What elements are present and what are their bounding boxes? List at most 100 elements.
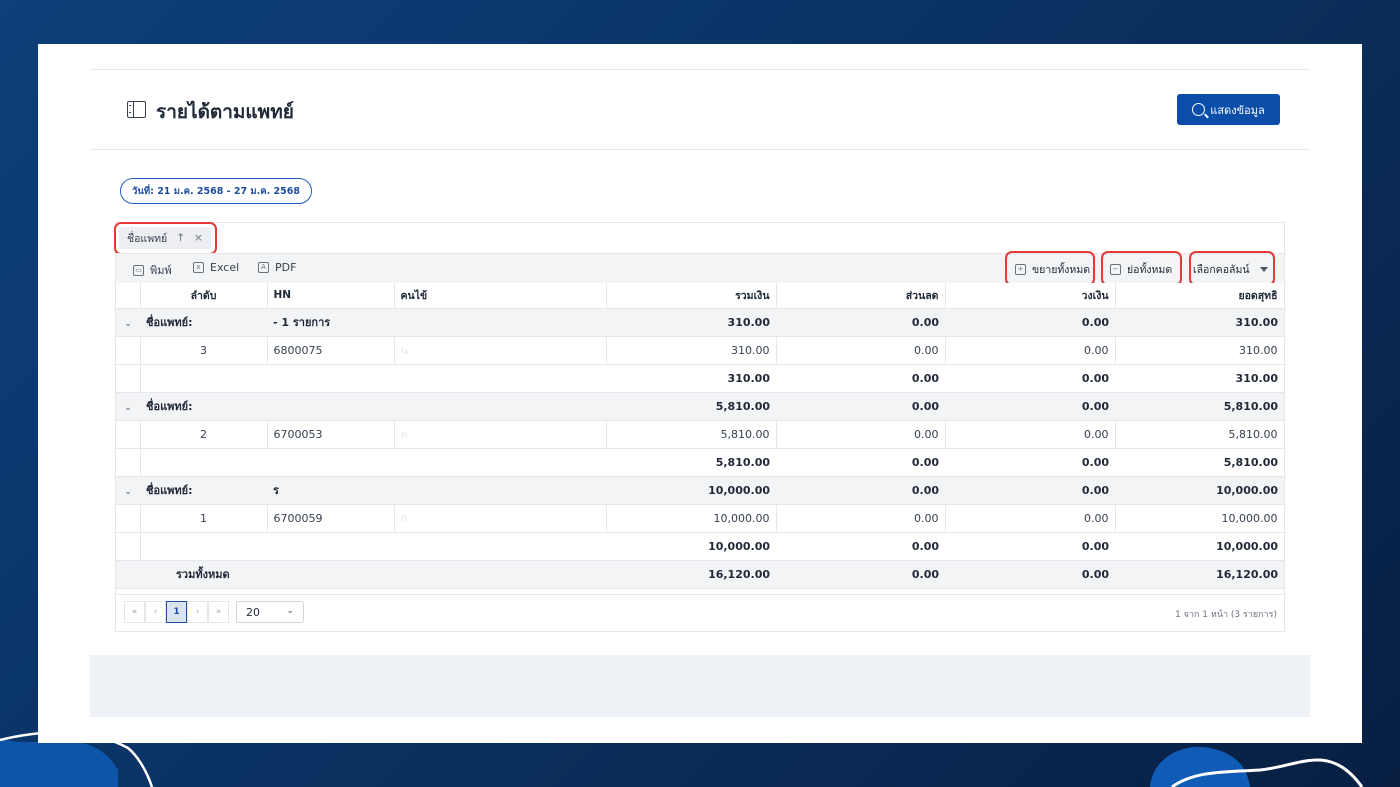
group-total-credit: 0.00: [945, 392, 1115, 421]
cell-hn: 6700053: [267, 420, 395, 449]
cell-credit: 0.00: [945, 420, 1116, 449]
group-total-credit: 0.00: [945, 308, 1115, 337]
group-total-net: 5,810.00: [1115, 392, 1284, 421]
group-total-amount: 10,000.00: [606, 476, 776, 505]
page-title: รายได้ตามแพทย์: [156, 101, 294, 123]
group-total-discount: 0.00: [776, 308, 945, 337]
pdf-label: PDF: [275, 261, 297, 274]
first-page-button[interactable]: «: [124, 601, 145, 623]
page-size-value: 20: [246, 605, 260, 619]
col-header-patient[interactable]: คนไข้: [394, 283, 607, 309]
report-table: ลำดับ HN คนไข้ รวมเงิน ส่วนลด วงเงิน ยอด…: [116, 283, 1285, 589]
page-1-button[interactable]: 1: [166, 601, 187, 623]
cell-hn: 6800075: [267, 336, 395, 365]
group-label: ชื่อแพทย์:: [140, 476, 267, 505]
grid-toolbar: ▭ พิมพ์ x Excel A PDF + ขยายทั้งหมด − ย่…: [116, 251, 1284, 286]
excel-button[interactable]: x Excel: [193, 261, 239, 274]
table-header-row: ลำดับ HN คนไข้ รวมเงิน ส่วนลด วงเงิน ยอด…: [116, 283, 1285, 309]
table-row[interactable]: 3 6800075 น 310.00 0.00 0.00 310.00: [116, 336, 1285, 365]
group-subtotal-row: 5,810.00 0.00 0.00 5,810.00: [116, 448, 1284, 477]
cell-no: 2: [140, 420, 268, 449]
cell-patient: ก: [394, 504, 607, 533]
group-suffix: [267, 392, 394, 421]
cell-no: 1: [140, 504, 268, 533]
col-header-total[interactable]: รวมเงิน: [606, 283, 777, 309]
col-header-no[interactable]: ลำดับ: [140, 283, 268, 309]
print-label: พิมพ์: [150, 264, 172, 277]
last-page-button[interactable]: »: [208, 601, 229, 623]
subtotal-credit: 0.00: [945, 532, 1115, 561]
group-subtotal-row: 10,000.00 0.00 0.00 10,000.00: [116, 532, 1284, 561]
group-total-net: 310.00: [1115, 308, 1284, 337]
col-header-discount[interactable]: ส่วนลด: [776, 283, 946, 309]
date-range-chip[interactable]: วันที่: 21 ม.ค. 2568 - 27 ม.ค. 2568: [120, 178, 312, 204]
show-data-button[interactable]: แสดงข้อมูล: [1177, 94, 1280, 125]
col-header-hn[interactable]: HN: [267, 283, 395, 309]
chevron-down-icon[interactable]: ⌄: [124, 403, 132, 413]
group-suffix: ร: [267, 476, 394, 505]
subtotal-credit: 0.00: [945, 364, 1115, 393]
subtotal-amount: 10,000.00: [606, 532, 776, 561]
grand-total-amount: 16,120.00: [606, 560, 776, 589]
highlight-group-chip: [114, 222, 217, 255]
group-total-discount: 0.00: [776, 392, 945, 421]
sidebar-panel-icon: [127, 101, 146, 118]
next-page-button[interactable]: ›: [187, 601, 208, 623]
cell-discount: 0.00: [776, 420, 946, 449]
table-row[interactable]: 1 6700059 ก 10,000.00 0.00 0.00 10,000.0…: [116, 504, 1285, 533]
grand-total-discount: 0.00: [776, 560, 945, 589]
highlight-choose-columns: [1189, 251, 1275, 286]
print-button[interactable]: ▭ พิมพ์: [133, 261, 172, 279]
group-total-net: 10,000.00: [1115, 476, 1284, 505]
col-expander: [116, 283, 141, 309]
cell-amount: 5,810.00: [606, 420, 777, 449]
group-total-credit: 0.00: [945, 476, 1115, 505]
cell-net: 310.00: [1115, 336, 1285, 365]
grand-total-row: รวมทั้งหมด 16,120.00 0.00 0.00 16,120.00: [116, 560, 1284, 589]
group-label: ชื่อแพทย์:: [140, 308, 267, 337]
group-total-amount: 310.00: [606, 308, 776, 337]
cell-hn: 6700059: [267, 504, 395, 533]
subtotal-discount: 0.00: [776, 532, 945, 561]
page-size-select[interactable]: 20 ⌄: [236, 601, 304, 623]
pdf-icon: A: [258, 262, 269, 273]
chevron-down-icon[interactable]: ⌄: [124, 319, 132, 329]
report-grid: ชื่อแพทย์ ↑ × ▭ พิมพ์ x Excel A PDF + ขย…: [114, 222, 1285, 632]
highlight-expand-all: [1005, 251, 1095, 286]
col-header-net[interactable]: ยอดสุทธิ: [1115, 283, 1285, 309]
group-row[interactable]: ⌄ ชื่อแพทย์: ร 10,000.00 0.00 0.00 10,00…: [116, 476, 1284, 505]
cell-net: 10,000.00: [1115, 504, 1285, 533]
group-row[interactable]: ⌄ ชื่อแพทย์: 5,810.00 0.00 0.00 5,810.00: [116, 392, 1284, 421]
table-row[interactable]: 2 6700053 ค 5,810.00 0.00 0.00 5,810.00: [116, 420, 1285, 449]
col-header-credit[interactable]: วงเงิน: [945, 283, 1116, 309]
subtotal-net: 10,000.00: [1115, 532, 1284, 561]
group-row[interactable]: ⌄ ชื่อแพทย์: - 1 รายการ 310.00 0.00 0.00…: [116, 308, 1284, 337]
grand-total-label: รวมทั้งหมด: [140, 560, 394, 589]
chevron-down-icon: ⌄: [286, 606, 294, 616]
subtotal-amount: 5,810.00: [606, 448, 776, 477]
search-icon: [1192, 103, 1206, 116]
group-label: ชื่อแพทย์:: [140, 392, 267, 421]
subtotal-discount: 0.00: [776, 364, 945, 393]
highlight-collapse-all: [1101, 251, 1182, 286]
chevron-down-icon[interactable]: ⌄: [124, 487, 132, 497]
pdf-button[interactable]: A PDF: [258, 261, 296, 274]
excel-label: Excel: [210, 261, 240, 274]
subtotal-credit: 0.00: [945, 448, 1115, 477]
pagination-bar: « ‹ 1 › » 20 ⌄ 1 จาก 1 หน้า (3 รายการ): [116, 594, 1284, 632]
prev-page-button[interactable]: ‹: [145, 601, 166, 623]
show-data-label: แสดงข้อมูล: [1210, 103, 1265, 117]
content-card: รายได้ตามแพทย์ แสดงข้อมูล วันที่: 21 ม.ค…: [38, 44, 1362, 743]
subtotal-net: 310.00: [1115, 364, 1284, 393]
subtotal-amount: 310.00: [606, 364, 776, 393]
subtotal-discount: 0.00: [776, 448, 945, 477]
group-suffix: - 1 รายการ: [267, 308, 394, 337]
printer-icon: ▭: [133, 264, 144, 276]
pagination-info: 1 จาก 1 หน้า (3 รายการ): [1175, 610, 1277, 620]
cell-patient: น: [394, 336, 607, 365]
cell-discount: 0.00: [776, 504, 946, 533]
group-subtotal-row: 310.00 0.00 0.00 310.00: [116, 364, 1284, 393]
cell-no: 3: [140, 336, 268, 365]
grand-total-net: 16,120.00: [1115, 560, 1284, 589]
group-total-amount: 5,810.00: [606, 392, 776, 421]
